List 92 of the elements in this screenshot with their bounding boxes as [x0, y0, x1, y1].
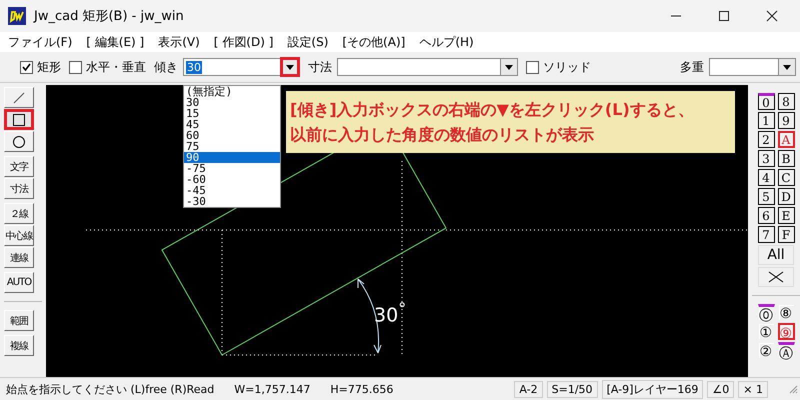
menu-item[interactable]: [ 作図(D) ]	[214, 34, 274, 50]
clear-button[interactable]	[758, 267, 794, 287]
tool-button[interactable]: 複線	[4, 335, 34, 356]
rect-tool-button[interactable]	[4, 109, 34, 130]
checkbox-label: 水平・垂直	[86, 58, 146, 76]
layer-group-button[interactable]: 6	[758, 207, 774, 224]
caret-icon	[783, 64, 791, 70]
field-value: 30	[186, 60, 202, 74]
layer-group-button[interactable]: 4	[758, 169, 774, 186]
status-cell[interactable]: × 1	[738, 380, 768, 398]
caret-icon	[286, 64, 294, 70]
status-cell[interactable]: [A-9]レイヤー169	[602, 380, 704, 398]
menu-item[interactable]: [ 編集(E) ]	[86, 34, 144, 50]
layer-group-button[interactable]: 8	[778, 93, 794, 110]
menu-item[interactable]: [その他(A)]	[342, 34, 406, 50]
callout-text: 以前に入力した角度の数値のリストが表示	[290, 124, 595, 146]
callout-text: [傾き]入力ボックスの右端の▼を左クリック(L)すると、	[290, 99, 695, 121]
dropdown-button[interactable]	[500, 58, 518, 76]
close-icon[interactable]	[766, 10, 778, 22]
angle-label: 30$^{°}$	[374, 299, 406, 326]
dropdown-button[interactable]	[280, 57, 300, 77]
menu-item[interactable]: ファイル(F)	[8, 34, 72, 50]
layer-group-button[interactable]: 3	[758, 150, 774, 167]
field-label: 傾き	[154, 58, 178, 76]
checkbox-label: ソリッド	[543, 58, 591, 76]
layer-group-button[interactable]: E	[778, 207, 794, 224]
menu-item[interactable]: 表示(V)	[158, 34, 200, 50]
layer-group-button[interactable]: 5	[758, 188, 774, 205]
combo-field[interactable]: 30	[183, 58, 281, 76]
checkbox[interactable]	[526, 60, 539, 74]
status-cell[interactable]: S=1/50	[546, 380, 598, 398]
dropdown-button[interactable]	[778, 58, 796, 76]
dropdown-option[interactable]: -75	[184, 163, 280, 174]
menu-item[interactable]: 設定(S)	[287, 34, 328, 50]
dropdown-option[interactable]: 45	[184, 119, 280, 130]
layer-group-button[interactable]: C	[778, 169, 794, 186]
field-label: 多重	[680, 58, 704, 76]
tool-button[interactable]: 寸法	[4, 178, 34, 199]
status-cell[interactable]: ∠0	[707, 380, 734, 398]
layer-button[interactable]: ⓪	[758, 304, 774, 321]
circle-tool-button[interactable]	[4, 131, 34, 152]
maximize-icon[interactable]	[718, 10, 730, 22]
dropdown-option[interactable]: 30	[184, 97, 280, 108]
window-title: Jw_cad 矩形(B) - jw_win	[34, 8, 184, 25]
caret-icon	[505, 64, 513, 70]
combo-field[interactable]	[709, 58, 779, 76]
dropdown-option[interactable]: -30	[184, 196, 280, 207]
line-tool-button[interactable]	[4, 87, 34, 108]
app-logo-icon	[8, 7, 26, 25]
status-cell[interactable]: A-2	[514, 380, 543, 398]
layer-group-button[interactable]: 0	[758, 93, 774, 110]
checkbox-label: 矩形	[37, 58, 61, 76]
checkbox[interactable]	[69, 60, 82, 74]
layer-group-button[interactable]: 9	[778, 112, 794, 129]
line-icon	[12, 90, 26, 104]
layer-group-button[interactable]: 7	[758, 226, 774, 243]
layer-group-button[interactable]: A	[778, 131, 794, 148]
layer-group-button[interactable]: 1	[758, 112, 774, 129]
status-message: 始点を指示してください (L)free (R)Read	[6, 382, 214, 396]
circle-icon	[12, 134, 26, 148]
dropdown-option[interactable]: (無指定)	[184, 86, 280, 97]
tool-button[interactable]: 中心線	[4, 225, 34, 246]
status-text: H=775.656	[330, 382, 394, 396]
tool-button[interactable]: 範囲	[4, 310, 34, 331]
all-button[interactable]: All	[758, 245, 794, 265]
tool-button[interactable]: AUTO	[4, 272, 34, 293]
menu-item[interactable]: ヘルプ(H)	[419, 34, 474, 50]
dropdown-option[interactable]: 60	[184, 130, 280, 141]
combo-field[interactable]	[337, 58, 501, 76]
dropdown-option[interactable]: -45	[184, 185, 280, 196]
tool-button[interactable]: 連線	[4, 247, 34, 268]
layer-button[interactable]: ⑨	[778, 323, 794, 340]
layer-button[interactable]: ⑧	[778, 304, 794, 321]
tool-button[interactable]: ２線	[4, 203, 34, 224]
layer-button[interactable]: ②	[758, 342, 774, 359]
layer-button[interactable]: ①	[758, 323, 774, 340]
layer-group-button[interactable]: D	[778, 188, 794, 205]
layer-button[interactable]: Ⓐ	[778, 342, 794, 359]
cross-icon	[768, 271, 784, 283]
layer-group-button[interactable]: 2	[758, 131, 774, 148]
layer-group-button[interactable]: F	[778, 226, 794, 243]
dropdown-option[interactable]: -60	[184, 174, 280, 185]
tool-button[interactable]: 文字	[4, 156, 34, 177]
dropdown-option[interactable]: 90	[184, 152, 280, 163]
checkbox[interactable]	[20, 60, 33, 74]
status-text: W=1,757.147	[234, 382, 310, 396]
dropdown-option[interactable]: 15	[184, 108, 280, 119]
rectangle-icon	[12, 112, 26, 126]
dropdown-option[interactable]: 75	[184, 141, 280, 152]
layer-group-button[interactable]: B	[778, 150, 794, 167]
resize-grip-icon[interactable]	[788, 384, 798, 394]
field-label: 寸法	[308, 58, 332, 76]
